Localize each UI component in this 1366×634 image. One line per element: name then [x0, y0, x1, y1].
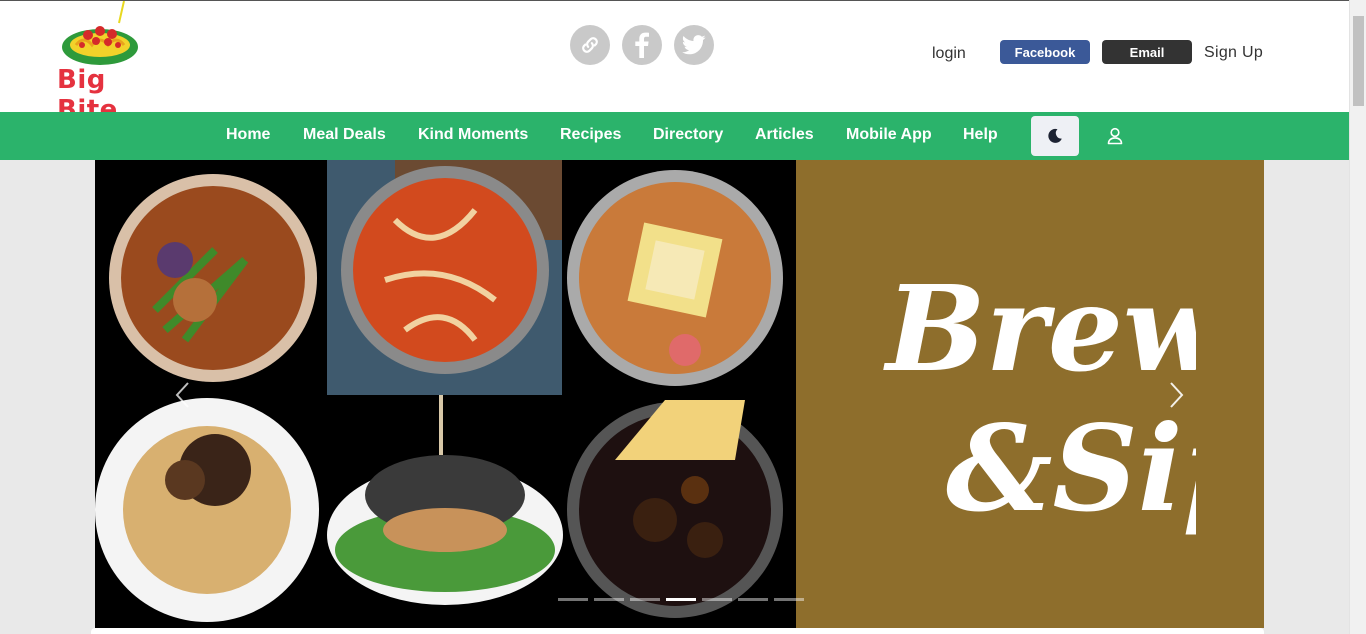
nav-item-help[interactable]: Help — [963, 126, 998, 144]
nav-item-articles[interactable]: Articles — [755, 126, 814, 144]
carousel-indicator[interactable] — [558, 598, 588, 601]
carousel-indicators — [558, 598, 804, 602]
nav-item-kind-moments[interactable]: Kind Moments — [418, 126, 528, 144]
nav-item-meal-deals[interactable]: Meal Deals — [303, 126, 386, 144]
main-nav: Home Meal Deals Kind Moments Recipes Dir… — [0, 112, 1349, 160]
logo-plate-icon — [62, 0, 138, 65]
svg-text:&Sip: &Sip — [946, 399, 1196, 538]
brew-and-sip-logo: Brew &Sip — [883, 259, 1196, 538]
signup-link[interactable]: Sign Up — [1204, 44, 1263, 62]
site-header: Big Bite login Facebook Email Sign Up — [0, 0, 1349, 125]
facebook-icon[interactable] — [622, 25, 662, 65]
user-account-button[interactable] — [1105, 126, 1125, 146]
nav-item-directory[interactable]: Directory — [653, 126, 723, 144]
login-link[interactable]: login — [932, 45, 966, 63]
carousel-indicator[interactable] — [774, 598, 804, 601]
carousel-indicator-active[interactable] — [666, 598, 696, 601]
content-card — [91, 628, 1264, 634]
food-collage-image — [95, 160, 796, 628]
carousel-indicator[interactable] — [594, 598, 624, 601]
hero-carousel: Brew &Sip — [95, 160, 1264, 628]
nav-item-recipes[interactable]: Recipes — [560, 126, 621, 144]
email-login-button[interactable]: Email — [1102, 40, 1192, 64]
carousel-indicator[interactable] — [630, 598, 660, 601]
link-icon[interactable] — [570, 25, 610, 65]
brand-banner: Brew &Sip — [796, 160, 1264, 628]
carousel-next-icon[interactable] — [1166, 380, 1186, 410]
user-icon — [1107, 127, 1123, 145]
nav-item-mobile-app[interactable]: Mobile App — [846, 126, 932, 144]
moon-icon — [1048, 128, 1062, 143]
facebook-login-button[interactable]: Facebook — [1000, 40, 1090, 64]
logo[interactable]: Big Bite — [52, 0, 172, 125]
twitter-icon[interactable] — [674, 25, 714, 65]
carousel-indicator[interactable] — [738, 598, 768, 601]
carousel-indicator[interactable] — [702, 598, 732, 601]
page-scrollbar[interactable] — [1349, 0, 1366, 634]
svg-text:Brew: Brew — [883, 259, 1196, 398]
carousel-prev-icon[interactable] — [173, 380, 193, 410]
nav-item-home[interactable]: Home — [226, 126, 270, 144]
scrollbar-thumb[interactable] — [1353, 16, 1364, 106]
theme-toggle-button[interactable] — [1031, 116, 1079, 156]
